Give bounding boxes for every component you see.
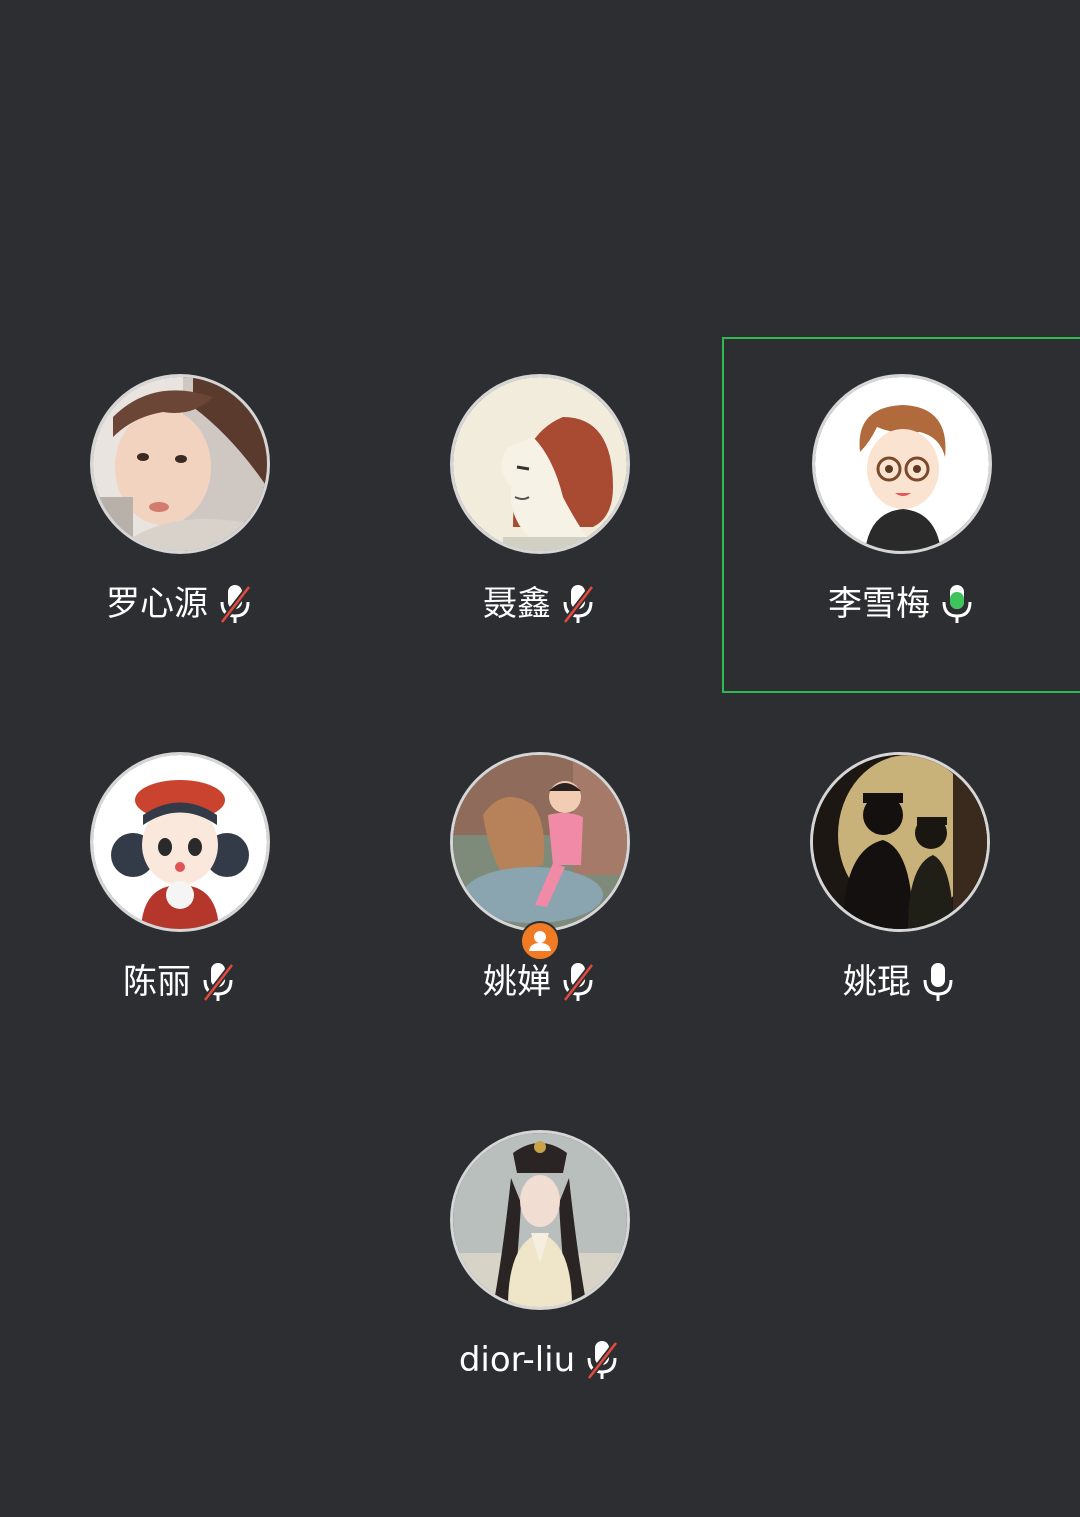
participant-name-row: dior-liu xyxy=(360,1338,720,1382)
avatar-girl-photo xyxy=(90,374,270,554)
participant-name: 姚琨 xyxy=(843,962,911,1002)
participant-tile-1[interactable]: 罗心源 xyxy=(0,337,360,693)
avatar-costume-woman xyxy=(450,1130,630,1310)
participant-tile-4[interactable]: 陈丽 xyxy=(0,715,360,1071)
mic-on-icon xyxy=(919,960,957,1004)
participant-name-row: 聂鑫 xyxy=(360,582,720,626)
mic-muted-icon xyxy=(559,582,597,626)
participant-name: 姚婵 xyxy=(483,962,551,1002)
mic-active-icon xyxy=(938,582,976,626)
participant-tile-6[interactable]: 姚琨 xyxy=(720,715,1080,1071)
avatar-child-on-horse xyxy=(450,752,630,932)
participant-name: dior-liu xyxy=(458,1340,576,1380)
participant-tile-7[interactable]: dior-liu xyxy=(360,1093,720,1449)
avatar-cartoon-profile xyxy=(450,374,630,554)
host-badge-icon xyxy=(520,921,560,961)
participant-tile-5[interactable]: 姚婵 xyxy=(360,715,720,1071)
mic-muted-icon xyxy=(199,960,237,1004)
participant-name: 聂鑫 xyxy=(483,584,551,624)
avatar-glasses-cartoon xyxy=(812,374,992,554)
participant-name-row: 陈丽 xyxy=(0,960,360,1004)
avatar-silhouette-couple xyxy=(810,752,990,932)
participant-name: 李雪梅 xyxy=(828,584,930,624)
participant-name: 陈丽 xyxy=(123,962,191,1002)
participant-tile-2[interactable]: 聂鑫 xyxy=(360,337,720,693)
participant-name-row: 罗心源 xyxy=(0,582,360,626)
mic-muted-icon xyxy=(216,582,254,626)
participant-tile-3-speaking[interactable]: 李雪梅 xyxy=(722,337,1080,693)
participant-name-row: 姚琨 xyxy=(720,960,1080,1004)
participant-name-row: 李雪梅 xyxy=(722,582,1080,626)
mic-muted-icon xyxy=(559,960,597,1004)
participant-name-row: 姚婵 xyxy=(360,960,720,1004)
mic-muted-icon xyxy=(583,1338,621,1382)
participant-name: 罗心源 xyxy=(106,584,208,624)
avatar-red-beret-cartoon xyxy=(90,752,270,932)
